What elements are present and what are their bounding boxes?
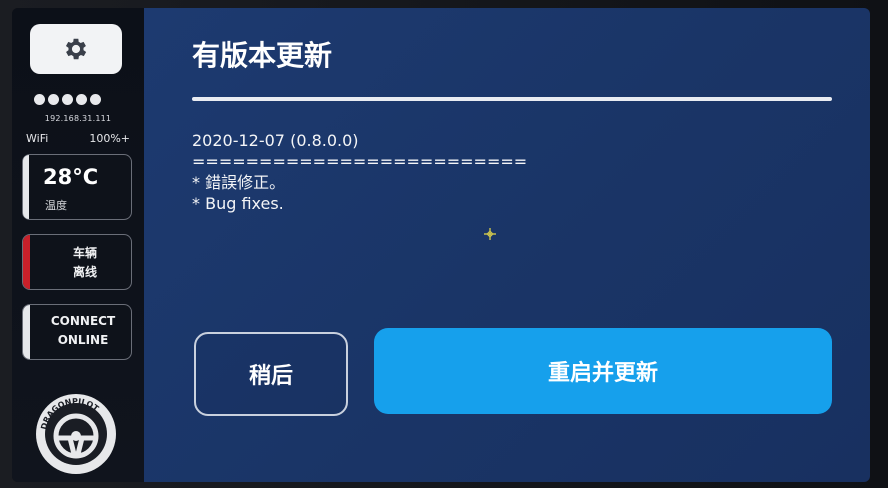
signal-dot [76, 94, 87, 105]
signal-strength-indicator [34, 94, 101, 105]
release-note-line: * Bug fixes. [192, 194, 284, 213]
update-dialog: 有版本更新 2020-12-07 (0.8.0.0) =============… [144, 8, 870, 482]
signal-dot [48, 94, 59, 105]
screen: 192.168.31.111 WiFi 100%+ 28°C 温度 车辆 离线 … [12, 8, 870, 482]
page-title: 有版本更新 [192, 39, 333, 72]
network-info: WiFi 100%+ [26, 132, 130, 145]
vehicle-status-bar [23, 235, 30, 289]
temperature-status-bar [23, 155, 29, 219]
release-notes: 2020-12-07 (0.8.0.0) ===================… [192, 130, 527, 214]
network-strength: 100%+ [89, 132, 130, 145]
signal-dot [90, 94, 101, 105]
ip-address: 192.168.31.111 [44, 114, 112, 123]
vehicle-status-line2: 离线 [72, 265, 97, 279]
dragonpilot-logo: DRAGONPILOT [36, 394, 116, 474]
later-button[interactable]: 稍后 [194, 332, 348, 416]
signal-dot [34, 94, 45, 105]
network-type: WiFi [26, 132, 49, 145]
sidebar: 192.168.31.111 WiFi 100%+ 28°C 温度 车辆 离线 … [12, 8, 144, 482]
connect-status-line1: CONNECT [50, 314, 116, 328]
signal-dot [62, 94, 73, 105]
gear-icon [65, 38, 87, 60]
vehicle-status-line1: 车辆 [72, 246, 97, 260]
release-note-line: * 錯誤修正。 [192, 173, 286, 192]
connect-status-line2: ONLINE [57, 333, 109, 347]
vehicle-status-panel: 车辆 离线 [22, 234, 132, 290]
title-divider [192, 97, 832, 101]
release-note-line: ========================= [192, 152, 528, 171]
temperature-label: 温度 [45, 199, 67, 212]
touch-cursor-icon [484, 228, 496, 240]
release-note-line: 2020-12-07 (0.8.0.0) [192, 131, 359, 150]
temperature-value: 28°C [43, 165, 99, 189]
connect-status-bar [23, 305, 30, 359]
restart-update-button[interactable]: 重启并更新 [374, 328, 832, 414]
connect-status-panel: CONNECT ONLINE [22, 304, 132, 360]
settings-button[interactable] [30, 24, 122, 74]
temperature-panel: 28°C 温度 [22, 154, 132, 220]
